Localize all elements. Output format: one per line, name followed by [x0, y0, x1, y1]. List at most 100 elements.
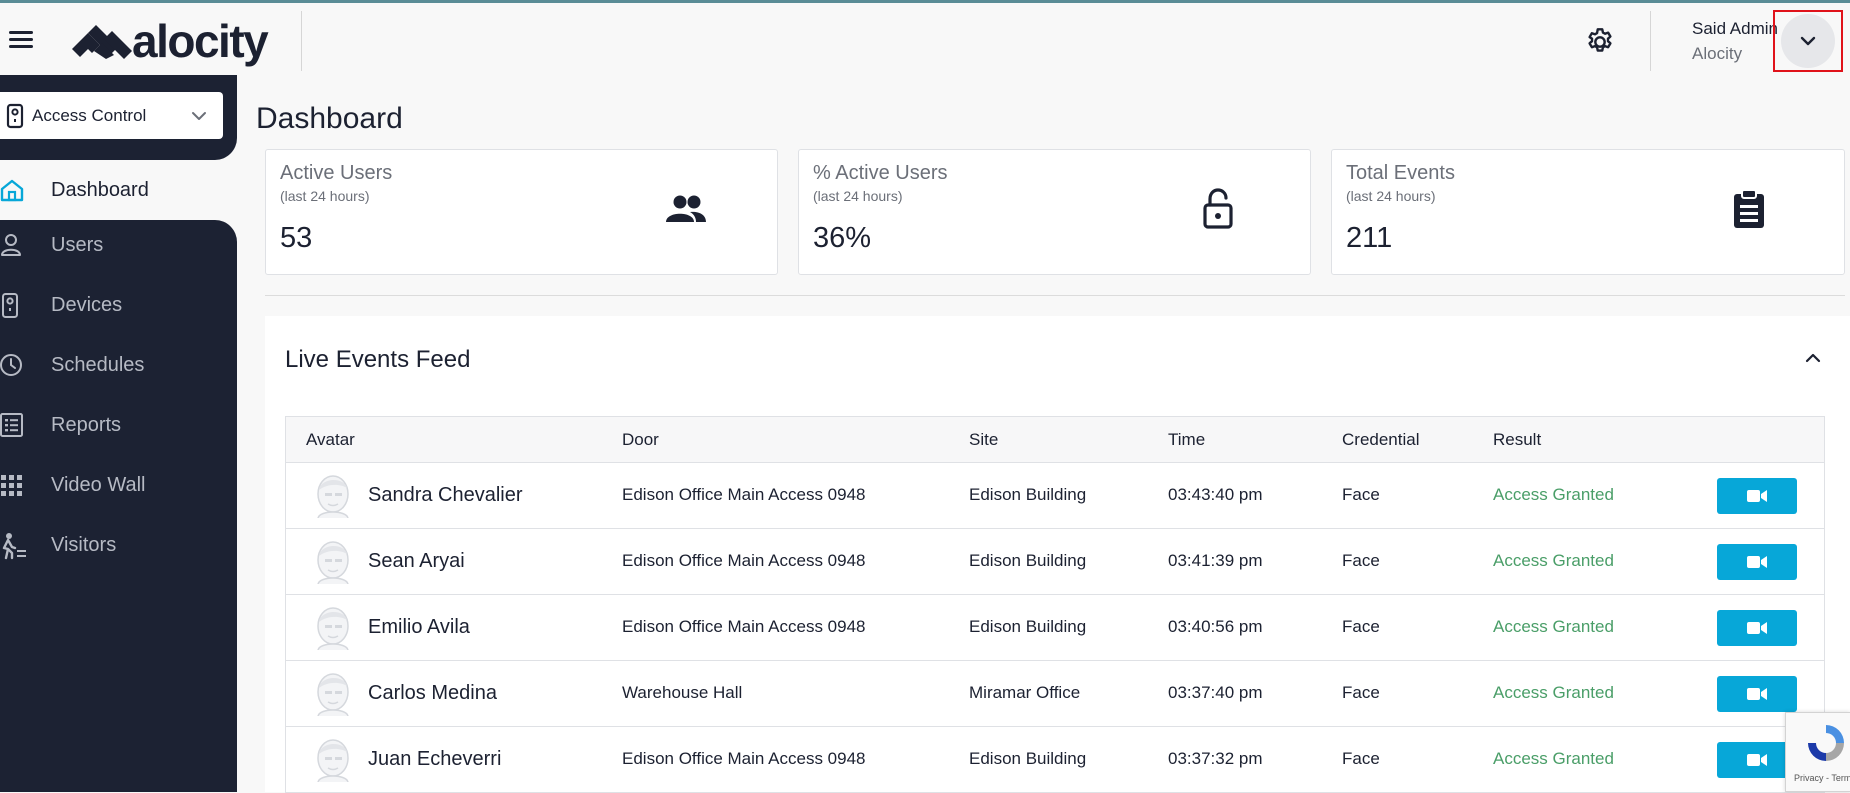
chevron-down-icon: [192, 111, 206, 120]
card-title: % Active Users: [813, 162, 948, 184]
result-cell: Access Granted: [1493, 749, 1614, 768]
sidebar-item-schedules[interactable]: Schedules: [0, 340, 237, 390]
credential-cell: Face: [1342, 551, 1380, 570]
live-events-panel: Live Events Feed Avatar Door Site Time C…: [265, 316, 1850, 793]
door-cell: Edison Office Main Access 0948: [622, 551, 866, 570]
avatar-icon: [317, 607, 349, 650]
door-cell: Edison Office Main Access 0948: [622, 485, 866, 504]
card-title: Total Events: [1346, 162, 1455, 184]
sidebar-item-dashboard[interactable]: Dashboard: [0, 160, 237, 220]
view-video-button[interactable]: [1717, 544, 1797, 580]
user-icon: [1, 234, 21, 256]
menu-icon[interactable]: [6, 29, 34, 51]
alocity-logo-icon: [72, 25, 132, 59]
column-header-credential[interactable]: Credential: [1342, 430, 1420, 450]
chevron-down-icon: [1800, 36, 1816, 46]
events-table: Avatar Door Site Time Credential Result …: [285, 416, 1825, 793]
divider: [301, 11, 302, 71]
page-title: Dashboard: [256, 102, 403, 135]
avatar-icon: [317, 739, 349, 782]
user-menu-toggle[interactable]: [1773, 10, 1843, 72]
time-cell: 03:41:39 pm: [1168, 551, 1263, 570]
time-cell: 03:40:56 pm: [1168, 617, 1263, 636]
sidebar-item-label: Reports: [51, 414, 122, 436]
grid-icon: [1, 475, 22, 496]
user-name: Sandra Chevalier: [368, 484, 523, 506]
column-header-avatar[interactable]: Avatar: [306, 430, 355, 450]
credential-cell: Face: [1342, 749, 1380, 768]
sidebar-item-label: Dashboard: [51, 179, 149, 201]
lock-open-icon: [1203, 188, 1233, 229]
avatar-icon: [317, 541, 349, 584]
column-header-time[interactable]: Time: [1168, 430, 1205, 450]
avatar-icon: [317, 475, 349, 518]
sidebar-item-label: Schedules: [51, 354, 145, 376]
video-camera-icon: [1747, 688, 1767, 700]
result-cell: Access Granted: [1493, 683, 1614, 702]
door-cell: Edison Office Main Access 0948: [622, 617, 866, 636]
sidebar-item-reports[interactable]: Reports: [0, 400, 237, 450]
home-icon: [0, 179, 24, 202]
table-header: Avatar Door Site Time Credential Result: [286, 417, 1824, 463]
device-icon: [6, 103, 24, 128]
sidebar-nav: Users Devices Schedules Reports Video Wa…: [0, 220, 237, 792]
video-camera-icon: [1747, 490, 1767, 502]
card-value: 36%: [813, 222, 872, 254]
brand-name: alocity: [132, 15, 269, 67]
card-subtitle: (last 24 hours): [280, 188, 370, 204]
card-value: 53: [280, 222, 313, 254]
site-cell: Edison Building: [969, 551, 1087, 570]
gear-icon[interactable]: [1584, 26, 1616, 58]
time-cell: 03:43:40 pm: [1168, 485, 1263, 504]
table-row[interactable]: Sandra Chevalier Edison Office Main Acce…: [286, 463, 1824, 529]
sidebar-item-label: Video Wall: [51, 474, 146, 496]
column-header-site[interactable]: Site: [969, 430, 998, 450]
stat-card-active-users: Active Users (last 24 hours) 53: [265, 149, 778, 275]
sidebar-item-devices[interactable]: Devices: [0, 280, 237, 330]
sidebar-item-label: Visitors: [51, 534, 117, 556]
user-name: Said Admin: [1692, 19, 1778, 38]
visitor-icon: [2, 533, 26, 560]
sidebar-item-label: Users: [51, 234, 104, 256]
user-name: Carlos Medina: [368, 682, 497, 704]
sidebar-item-visitors[interactable]: Visitors: [0, 520, 237, 570]
sidebar-item-video-wall[interactable]: Video Wall: [0, 460, 237, 510]
result-cell: Access Granted: [1493, 617, 1614, 636]
result-cell: Access Granted: [1493, 551, 1614, 570]
card-subtitle: (last 24 hours): [1346, 188, 1436, 204]
column-header-door[interactable]: Door: [622, 430, 659, 450]
recaptcha-badge[interactable]: Privacy - Terms: [1785, 712, 1850, 792]
view-video-button[interactable]: [1717, 610, 1797, 646]
video-camera-icon: [1747, 622, 1767, 634]
chevron-up-icon[interactable]: [1802, 350, 1824, 366]
view-video-button[interactable]: [1717, 478, 1797, 514]
view-video-button[interactable]: [1717, 676, 1797, 712]
top-bar: alocity Said Admin Alocity: [0, 0, 1850, 75]
table-row[interactable]: Carlos Medina Warehouse Hall Miramar Off…: [286, 661, 1824, 727]
card-value: 211: [1346, 222, 1393, 254]
door-cell: Edison Office Main Access 0948: [622, 749, 866, 768]
credential-cell: Face: [1342, 617, 1380, 636]
result-cell: Access Granted: [1493, 485, 1614, 504]
user-organization: Alocity: [1692, 44, 1743, 63]
users-icon: [666, 195, 706, 222]
card-title: Active Users: [280, 162, 393, 184]
time-cell: 03:37:32 pm: [1168, 749, 1263, 768]
time-cell: 03:37:40 pm: [1168, 683, 1263, 702]
sidebar-item-users[interactable]: Users: [0, 220, 237, 270]
divider: [265, 295, 1845, 296]
user-name: Juan Echeverri: [368, 748, 502, 770]
recaptcha-links[interactable]: Privacy - Terms: [1794, 773, 1850, 783]
column-header-result[interactable]: Result: [1493, 430, 1541, 450]
table-row[interactable]: Sean Aryai Edison Office Main Access 094…: [286, 529, 1824, 595]
user-menu-button[interactable]: [1781, 14, 1835, 68]
card-subtitle: (last 24 hours): [813, 188, 903, 204]
table-row[interactable]: Juan Echeverri Edison Office Main Access…: [286, 727, 1824, 793]
video-camera-icon: [1747, 754, 1767, 766]
user-name: Sean Aryai: [368, 550, 465, 572]
table-row[interactable]: Emilio Avila Edison Office Main Access 0…: [286, 595, 1824, 661]
report-icon: [0, 413, 23, 437]
device-icon: [2, 293, 18, 318]
brand-logo[interactable]: alocity: [70, 15, 269, 67]
module-select[interactable]: Access Control: [0, 92, 223, 139]
